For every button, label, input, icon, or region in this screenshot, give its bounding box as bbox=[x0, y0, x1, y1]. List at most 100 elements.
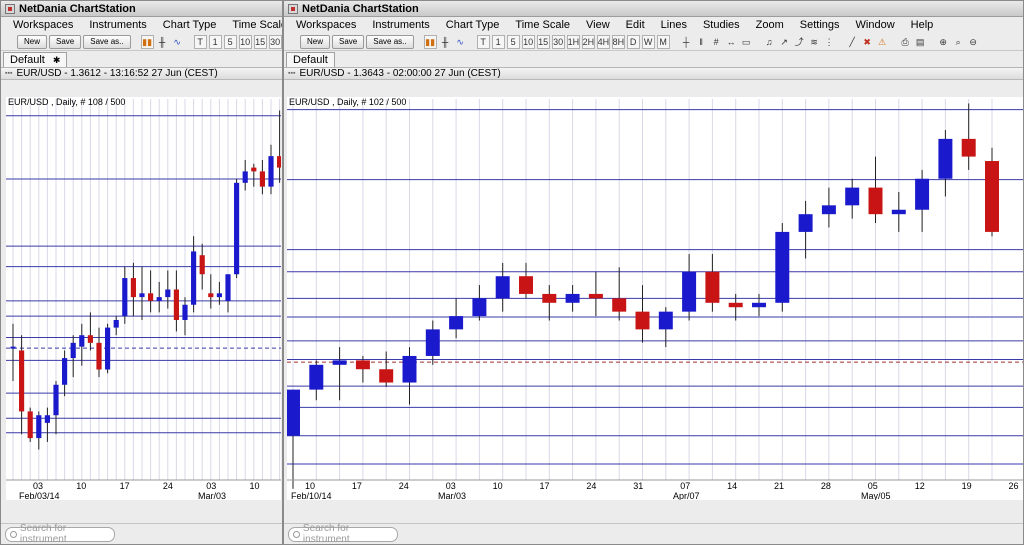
menu-lines[interactable]: Lines bbox=[653, 19, 695, 31]
timescale-10[interactable]: 10 bbox=[238, 34, 252, 49]
bullish-candle bbox=[915, 178, 930, 210]
bullish-candle bbox=[658, 311, 673, 330]
menu-chart-type[interactable]: Chart Type bbox=[438, 19, 508, 31]
menu-window[interactable]: Window bbox=[848, 19, 903, 31]
left-toolbar: New Save Save as.. ▮▮ ╫ ∿ T 1 5 10 15 30 bbox=[1, 33, 282, 51]
menu-help[interactable]: Help bbox=[903, 19, 942, 31]
timescale-8h[interactable]: 8H bbox=[611, 34, 625, 49]
bullish-candle bbox=[565, 293, 580, 303]
bearish-candle bbox=[542, 293, 557, 303]
crosshair-icon[interactable]: ┼ bbox=[680, 35, 693, 49]
menu-settings[interactable]: Settings bbox=[792, 19, 848, 31]
timescale-1[interactable]: 1 bbox=[208, 34, 222, 49]
channel-icon[interactable]: ⋮ bbox=[823, 35, 836, 49]
candlestick-chart-icon[interactable]: ▮▮ bbox=[140, 34, 154, 49]
new-button[interactable]: New bbox=[300, 34, 331, 49]
timescale-15[interactable]: 15 bbox=[536, 34, 550, 49]
app-icon bbox=[5, 3, 15, 14]
right-chart-info: EUR/USD , Daily, # 102 / 500 bbox=[289, 97, 407, 107]
timescale-daily[interactable]: D bbox=[626, 34, 640, 49]
zoom-search-icon[interactable]: ⌕ bbox=[952, 35, 965, 49]
save-button[interactable]: Save bbox=[49, 34, 82, 49]
x-tick-label: 26 bbox=[1008, 481, 1018, 491]
zoom-in-icon[interactable]: ⊕ bbox=[937, 35, 950, 49]
workspace-tab-default[interactable]: Default bbox=[286, 52, 335, 67]
bearish-candle bbox=[259, 171, 265, 187]
left-search-field[interactable]: Search for instrument bbox=[5, 523, 115, 544]
bullish-candle bbox=[495, 276, 510, 299]
menu-view[interactable]: View bbox=[578, 19, 618, 31]
timescale-2h[interactable]: 2H bbox=[581, 34, 595, 49]
menu-workspaces[interactable]: Workspaces bbox=[288, 19, 364, 31]
delete-lines-icon[interactable]: ✖ bbox=[861, 35, 874, 49]
bearish-candle bbox=[868, 187, 883, 215]
bearish-candle bbox=[199, 255, 205, 275]
right-statusbar: Search for instrument bbox=[284, 523, 1023, 544]
x-date-label: Apr/07 bbox=[673, 491, 700, 500]
left-chart-area[interactable]: EUR/USD , Daily, # 108 / 500 03 10 17 24 03 1… bbox=[6, 97, 282, 501]
line-chart-icon[interactable]: ∿ bbox=[454, 35, 467, 49]
cursor-line-icon[interactable]: ‖ bbox=[695, 35, 708, 49]
save-button[interactable]: Save bbox=[332, 34, 365, 49]
timescale-4h[interactable]: 4H bbox=[596, 34, 610, 49]
timescale-weekly[interactable]: W bbox=[641, 34, 655, 49]
save-as-button[interactable]: Save as.. bbox=[83, 34, 131, 49]
bearish-candle bbox=[728, 302, 743, 308]
bearish-candle bbox=[985, 161, 999, 232]
grid-icon[interactable]: # bbox=[710, 35, 723, 49]
timescale-5[interactable]: 5 bbox=[506, 34, 520, 49]
x-tick-label: 24 bbox=[586, 481, 596, 491]
timescale-5[interactable]: 5 bbox=[223, 34, 237, 49]
timescale-30[interactable]: 30 bbox=[551, 34, 565, 49]
scroll-icon[interactable]: ↔ bbox=[725, 35, 738, 49]
timescale-30[interactable]: 30 bbox=[268, 34, 282, 49]
close-tab-icon[interactable]: ✱ bbox=[53, 53, 61, 67]
bullish-candle bbox=[225, 274, 231, 301]
x-tick-label: 10 bbox=[249, 481, 259, 491]
bar-chart-icon[interactable]: ╫ bbox=[439, 35, 452, 49]
menu-workspaces[interactable]: Workspaces bbox=[5, 19, 81, 31]
trend-up-icon[interactable]: ↗ bbox=[778, 35, 791, 49]
menu-chart-type[interactable]: Chart Type bbox=[155, 19, 225, 31]
clear-studies-icon[interactable]: ⚠ bbox=[876, 35, 889, 49]
menu-studies[interactable]: Studies bbox=[695, 19, 748, 31]
volume-icon[interactable]: ▭ bbox=[740, 35, 753, 49]
timescale-monthly[interactable]: M bbox=[656, 34, 670, 49]
left-candlestick-chart[interactable]: 03 10 17 24 03 10 Feb/03/14 Mar/03 bbox=[6, 97, 282, 501]
right-search-field[interactable]: Search for instrument bbox=[288, 523, 398, 544]
timescale-tick[interactable]: T bbox=[193, 34, 207, 49]
trend-branch-icon[interactable]: ⤴ bbox=[793, 35, 806, 49]
menu-time-scale[interactable]: Time Scale bbox=[224, 19, 282, 31]
menu-zoom[interactable]: Zoom bbox=[748, 19, 792, 31]
menu-instruments[interactable]: Instruments bbox=[364, 19, 437, 31]
print-icon[interactable]: ⎙ bbox=[899, 35, 912, 49]
menu-instruments[interactable]: Instruments bbox=[81, 19, 154, 31]
menu-edit[interactable]: Edit bbox=[618, 19, 653, 31]
bullish-candle bbox=[472, 298, 487, 317]
save-as-button[interactable]: Save as.. bbox=[366, 34, 414, 49]
menu-time-scale[interactable]: Time Scale bbox=[507, 19, 578, 31]
timescale-tick[interactable]: T bbox=[476, 34, 490, 49]
timescale-10[interactable]: 10 bbox=[521, 34, 535, 49]
left-menubar: Workspaces Instruments Chart Type Time S… bbox=[1, 17, 282, 33]
workspace-tab-default[interactable]: Default ✱ bbox=[3, 52, 68, 67]
bar-chart-icon[interactable]: ╫ bbox=[156, 35, 169, 49]
zoom-out-icon[interactable]: ⊖ bbox=[967, 35, 980, 49]
bullish-candle bbox=[402, 355, 417, 383]
bearish-candle bbox=[130, 278, 136, 298]
right-candlestick-chart[interactable]: 10 17 24 03 10 17 24 31 07 14 21 28 05 12 19 26 Feb/10/1… bbox=[286, 97, 1024, 501]
right-chart-area[interactable]: EUR/USD , Daily, # 102 / 500 10 17 24 03 10 1… bbox=[286, 97, 1024, 501]
bullish-candle bbox=[62, 358, 68, 385]
timescale-1[interactable]: 1 bbox=[491, 34, 505, 49]
left-tabbar: Default ✱ bbox=[1, 51, 282, 68]
draw-line-icon[interactable]: ╱ bbox=[846, 35, 859, 49]
x-tick-label: 03 bbox=[33, 481, 43, 491]
fibonacci-icon[interactable]: ≋ bbox=[808, 35, 821, 49]
timescale-1h[interactable]: 1H bbox=[566, 34, 580, 49]
candlestick-chart-icon[interactable]: ▮▮ bbox=[423, 34, 437, 49]
chart-settings-icon[interactable]: ▤ bbox=[914, 35, 927, 49]
line-chart-icon[interactable]: ∿ bbox=[171, 35, 184, 49]
alert-bell-icon[interactable]: ♫ bbox=[763, 35, 776, 49]
timescale-15[interactable]: 15 bbox=[253, 34, 267, 49]
new-button[interactable]: New bbox=[17, 34, 48, 49]
